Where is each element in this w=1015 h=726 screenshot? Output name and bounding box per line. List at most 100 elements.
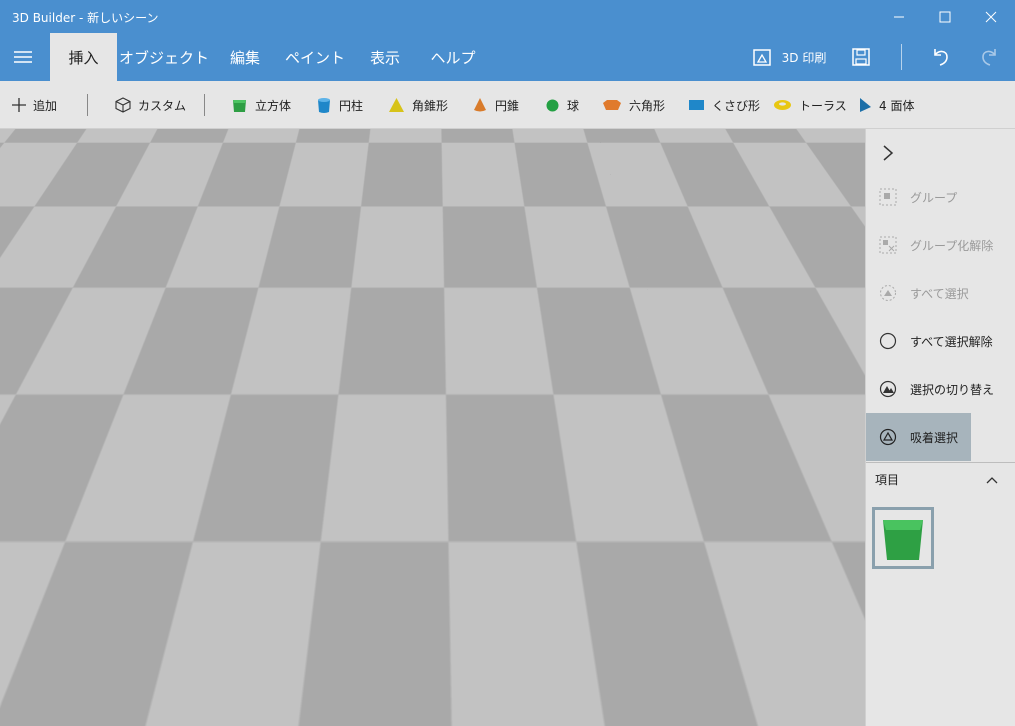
tab-paint[interactable]: ペイント [279,33,351,81]
cube-thumbnail-icon [883,520,923,560]
ungroup-button[interactable]: グループ化解除 [866,221,1015,269]
selection-panel: グループ グループ化解除 すべて選択 すべて選択解除 選択の切り替え 吸着選択 … [865,129,1015,726]
add-label: 追加 [33,98,58,113]
hamburger-button[interactable] [0,33,46,81]
close-button[interactable] [968,0,1014,33]
scale-handle-bottom-right[interactable] [533,433,543,443]
move-up-arrow-icon[interactable] [499,288,517,308]
panel-collapse-button[interactable] [866,129,1015,177]
horizon-fog [0,129,865,329]
cube-front-face [479,354,536,438]
chevron-right-icon [866,144,910,162]
undo-button[interactable] [920,33,962,81]
deselect-all-button[interactable]: すべて選択解除 [866,317,1015,365]
x-dimension-field[interactable]: X 10 [386,642,434,696]
scale-handle-top-right[interactable] [533,315,543,325]
tetrahedron-icon [858,97,872,113]
shape-wedge-label: くさび形 [712,98,761,113]
x-label: X [406,649,414,659]
z-value: 16 [497,664,515,680]
title-bar: 3D Builder - 新しいシーン [0,0,1015,33]
custom-button[interactable]: カスタム [115,81,186,129]
shape-cylinder-button[interactable]: 円柱 [316,81,363,129]
snap-select-button[interactable]: 吸着選択 [866,413,971,461]
shape-pyramid-button[interactable]: 角錐形 [388,81,448,129]
minimize-button[interactable] [876,0,922,33]
pyramid-icon [388,97,405,113]
y-label: Y [455,649,461,659]
scale-tool-button[interactable] [338,642,386,696]
x-value: 10 [401,664,419,680]
plus-icon [12,98,26,112]
hamburger-icon [14,51,32,63]
save-button[interactable] [841,33,881,81]
select-all-label: すべて選択 [910,286,969,301]
scale-handle-top-left[interactable] [472,315,482,325]
tab-insert[interactable]: 挿入 [50,33,117,81]
hexagon-icon [602,98,622,112]
printer-3d-icon [752,49,771,66]
shape-cone-button[interactable]: 円錐 [472,81,519,129]
deselect-all-label: すべて選択解除 [910,334,993,349]
toolbar-separator [87,94,88,116]
shape-cone-label: 円錐 [495,98,520,113]
maximize-button[interactable] [922,0,968,33]
shape-sphere-button[interactable]: 球 [545,81,579,129]
snap-select-label: 吸着選択 [910,430,959,445]
move-tool-icon [256,661,273,678]
redo-icon [982,49,996,66]
deselect-all-icon [866,332,910,350]
rotate-tool-button[interactable] [290,642,338,696]
print-3d-button[interactable]: 3D 印刷 [744,33,834,81]
shape-cylinder-label: 円柱 [339,98,364,113]
z-dimension-field[interactable]: Z 16 [482,642,530,696]
snap-select-icon [866,428,910,446]
ruler-label-150: 150 mm [509,177,561,190]
group-button[interactable]: グループ [866,173,1015,221]
add-button[interactable]: 追加 [12,81,57,129]
custom-label: カスタム [138,98,187,113]
shape-tetrahedron-button[interactable]: 4 面体 [858,81,914,129]
move-left-arrow-icon[interactable] [427,373,447,385]
torus-icon [773,98,792,112]
ruler-label-100: 100 mm [509,248,566,262]
shape-cube-label: 立方体 [255,98,292,113]
rotate-icon [306,659,322,677]
cone-icon [472,97,488,113]
y-dimension-field[interactable]: Y 12.5 [434,642,482,696]
redo-button[interactable] [968,33,1010,81]
move-right-arrow-icon[interactable] [569,373,589,385]
group-icon [866,188,910,206]
window-title: 3D Builder - 新しいシーン [12,11,159,25]
item-thumbnail-cube[interactable] [872,507,934,569]
lock-proportions-button[interactable] [578,642,628,696]
wedge-icon [688,98,705,112]
shape-torus-label: トーラス [799,98,847,113]
group-label: グループ [910,190,958,205]
select-all-button[interactable]: すべて選択 [866,269,1015,317]
unit-selector[interactable]: mm [541,662,568,678]
insert-toolbar: 追加 カスタム 立方体 円柱 角錐形 円錐 球 六角形 くさび形 トーラス 4 … [0,81,1015,129]
tab-object[interactable]: オブジェクト [117,33,211,81]
cube-top-face [479,322,536,354]
scale-icon [352,659,372,679]
shape-wedge-button[interactable]: くさび形 [688,81,760,129]
tab-view[interactable]: 表示 [351,33,419,81]
move-down-arrow-icon[interactable] [499,408,515,422]
invert-selection-icon [866,380,910,398]
shape-torus-button[interactable]: トーラス [773,81,847,129]
transform-toolbar: X 10 Y 12.5 Z 16 mm [237,641,629,697]
invert-selection-label: 選択の切り替え [910,382,995,397]
shape-hexagon-button[interactable]: 六角形 [602,81,665,129]
tab-edit[interactable]: 編集 [211,33,279,81]
items-section-header[interactable]: 項目 [866,462,1015,496]
invert-selection-button[interactable]: 選択の切り替え [866,365,1015,413]
scale-handle-bottom-left[interactable] [472,433,482,443]
move-tool-button[interactable] [238,642,290,696]
shape-cube-button[interactable]: 立方体 [231,81,291,129]
3d-viewport[interactable]: 150 mm 100 mm mm 0 mm 50 mm [0,129,865,726]
tab-help[interactable]: ヘルプ [419,33,487,81]
z-label: Z [502,649,510,659]
shape-sphere-label: 球 [567,98,580,113]
shape-tetrahedron-label: 4 面体 [879,98,915,113]
